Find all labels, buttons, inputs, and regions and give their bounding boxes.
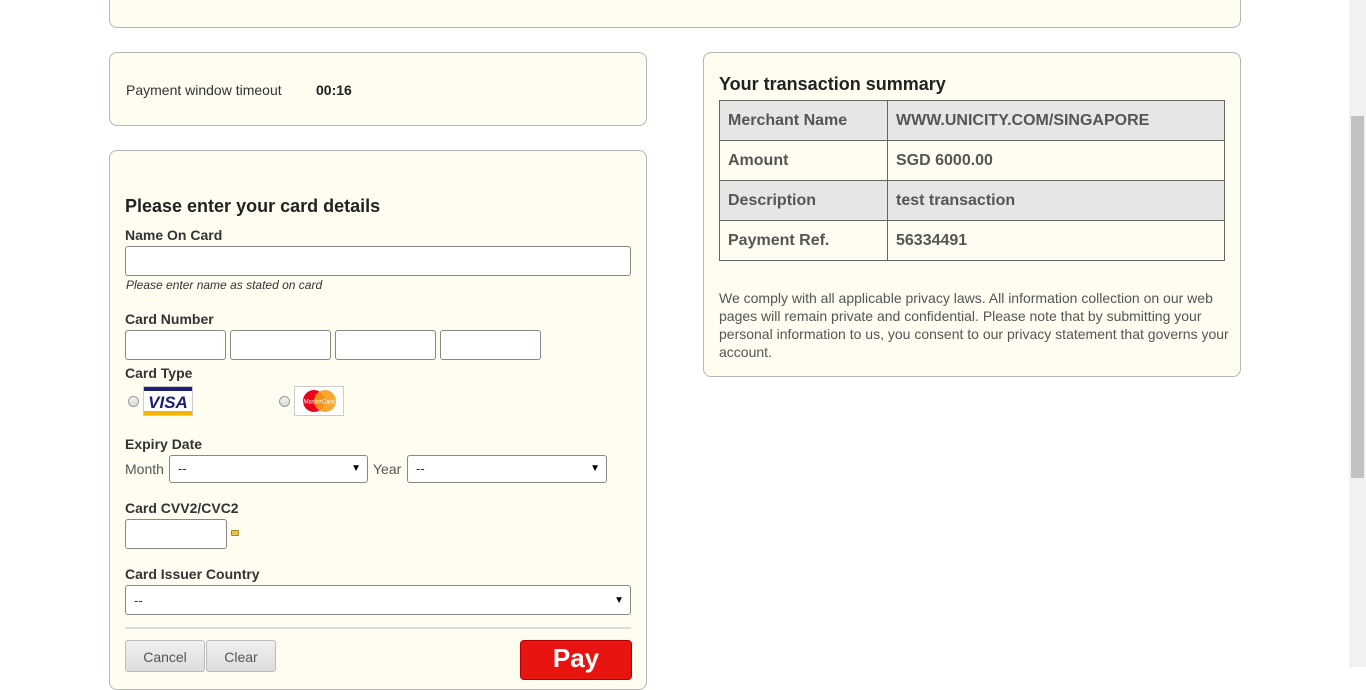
expiry-date-label: Expiry Date [125, 436, 203, 452]
name-on-card-input[interactable] [125, 246, 631, 276]
svg-text:MasterCard: MasterCard [303, 400, 335, 406]
card-type-label: Card Type [125, 365, 193, 381]
summary-value: SGD 6000.00 [887, 140, 1225, 181]
cvv-input[interactable] [125, 519, 227, 549]
summary-key: Merchant Name [719, 100, 888, 141]
dropdown-arrow-icon: ▼ [351, 463, 361, 474]
cancel-button[interactable]: Cancel [125, 640, 205, 672]
card-number-part-4-input[interactable] [440, 330, 541, 360]
issuer-country-value: -- [134, 593, 143, 608]
summary-value: test transaction [887, 180, 1225, 221]
card-number-part-1-input[interactable] [125, 330, 226, 360]
timeout-label: Payment window timeout [126, 82, 282, 98]
card-number-part-3-input[interactable] [335, 330, 436, 360]
cvv-help-icon[interactable] [231, 530, 239, 536]
card-details-title: Please enter your card details [125, 196, 381, 216]
svg-text:VISA: VISA [148, 393, 188, 412]
top-panel [109, 0, 1241, 28]
issuer-country-select[interactable]: -- ▼ [125, 585, 631, 615]
timeout-countdown: 00:16 [316, 82, 352, 98]
form-divider [125, 627, 631, 629]
summary-key: Payment Ref. [719, 220, 888, 261]
month-label: Month [125, 461, 164, 477]
summary-title: Your transaction summary [719, 74, 946, 94]
dropdown-arrow-icon: ▼ [614, 595, 624, 606]
mastercard-radio[interactable] [279, 396, 290, 407]
summary-key: Description [719, 180, 888, 221]
expiry-year-select[interactable]: -- ▼ [407, 455, 607, 483]
expiry-month-select[interactable]: -- ▼ [169, 455, 368, 483]
privacy-notice: We comply with all applicable privacy la… [719, 290, 1229, 360]
visa-logo-icon[interactable]: VISA [143, 386, 193, 416]
mastercard-logo-icon[interactable]: MasterCard [294, 386, 344, 416]
expiry-year-value: -- [416, 461, 425, 476]
name-on-card-hint: Please enter name as stated on card [126, 278, 323, 292]
scrollbar-thumb[interactable] [1351, 116, 1364, 478]
transaction-summary-panel: Your transaction summary Merchant Name W… [703, 52, 1241, 377]
table-row: Amount SGD 6000.00 [719, 140, 1225, 181]
table-row: Description test transaction [719, 180, 1225, 221]
summary-key: Amount [719, 140, 888, 181]
timeout-panel: Payment window timeout 00:16 [109, 52, 647, 126]
issuer-country-label: Card Issuer Country [125, 566, 260, 582]
summary-value: WWW.UNICITY.COM/SINGAPORE [887, 100, 1225, 141]
expiry-month-value: -- [178, 461, 187, 476]
year-label: Year [373, 461, 402, 477]
card-number-part-2-input[interactable] [230, 330, 331, 360]
visa-radio[interactable] [128, 396, 139, 407]
summary-value: 56334491 [887, 220, 1225, 261]
card-number-label: Card Number [125, 311, 214, 327]
name-on-card-label: Name On Card [125, 227, 223, 243]
dropdown-arrow-icon: ▼ [590, 463, 600, 474]
table-row: Payment Ref. 56334491 [719, 220, 1225, 261]
clear-button[interactable]: Clear [206, 640, 276, 672]
cvv-label: Card CVV2/CVC2 [125, 500, 239, 516]
table-row: Merchant Name WWW.UNICITY.COM/SINGAPORE [719, 100, 1225, 141]
card-details-panel: Please enter your card details Name On C… [109, 150, 647, 690]
summary-table: Merchant Name WWW.UNICITY.COM/SINGAPORE … [719, 100, 1225, 261]
pay-button[interactable]: Pay [520, 640, 632, 680]
